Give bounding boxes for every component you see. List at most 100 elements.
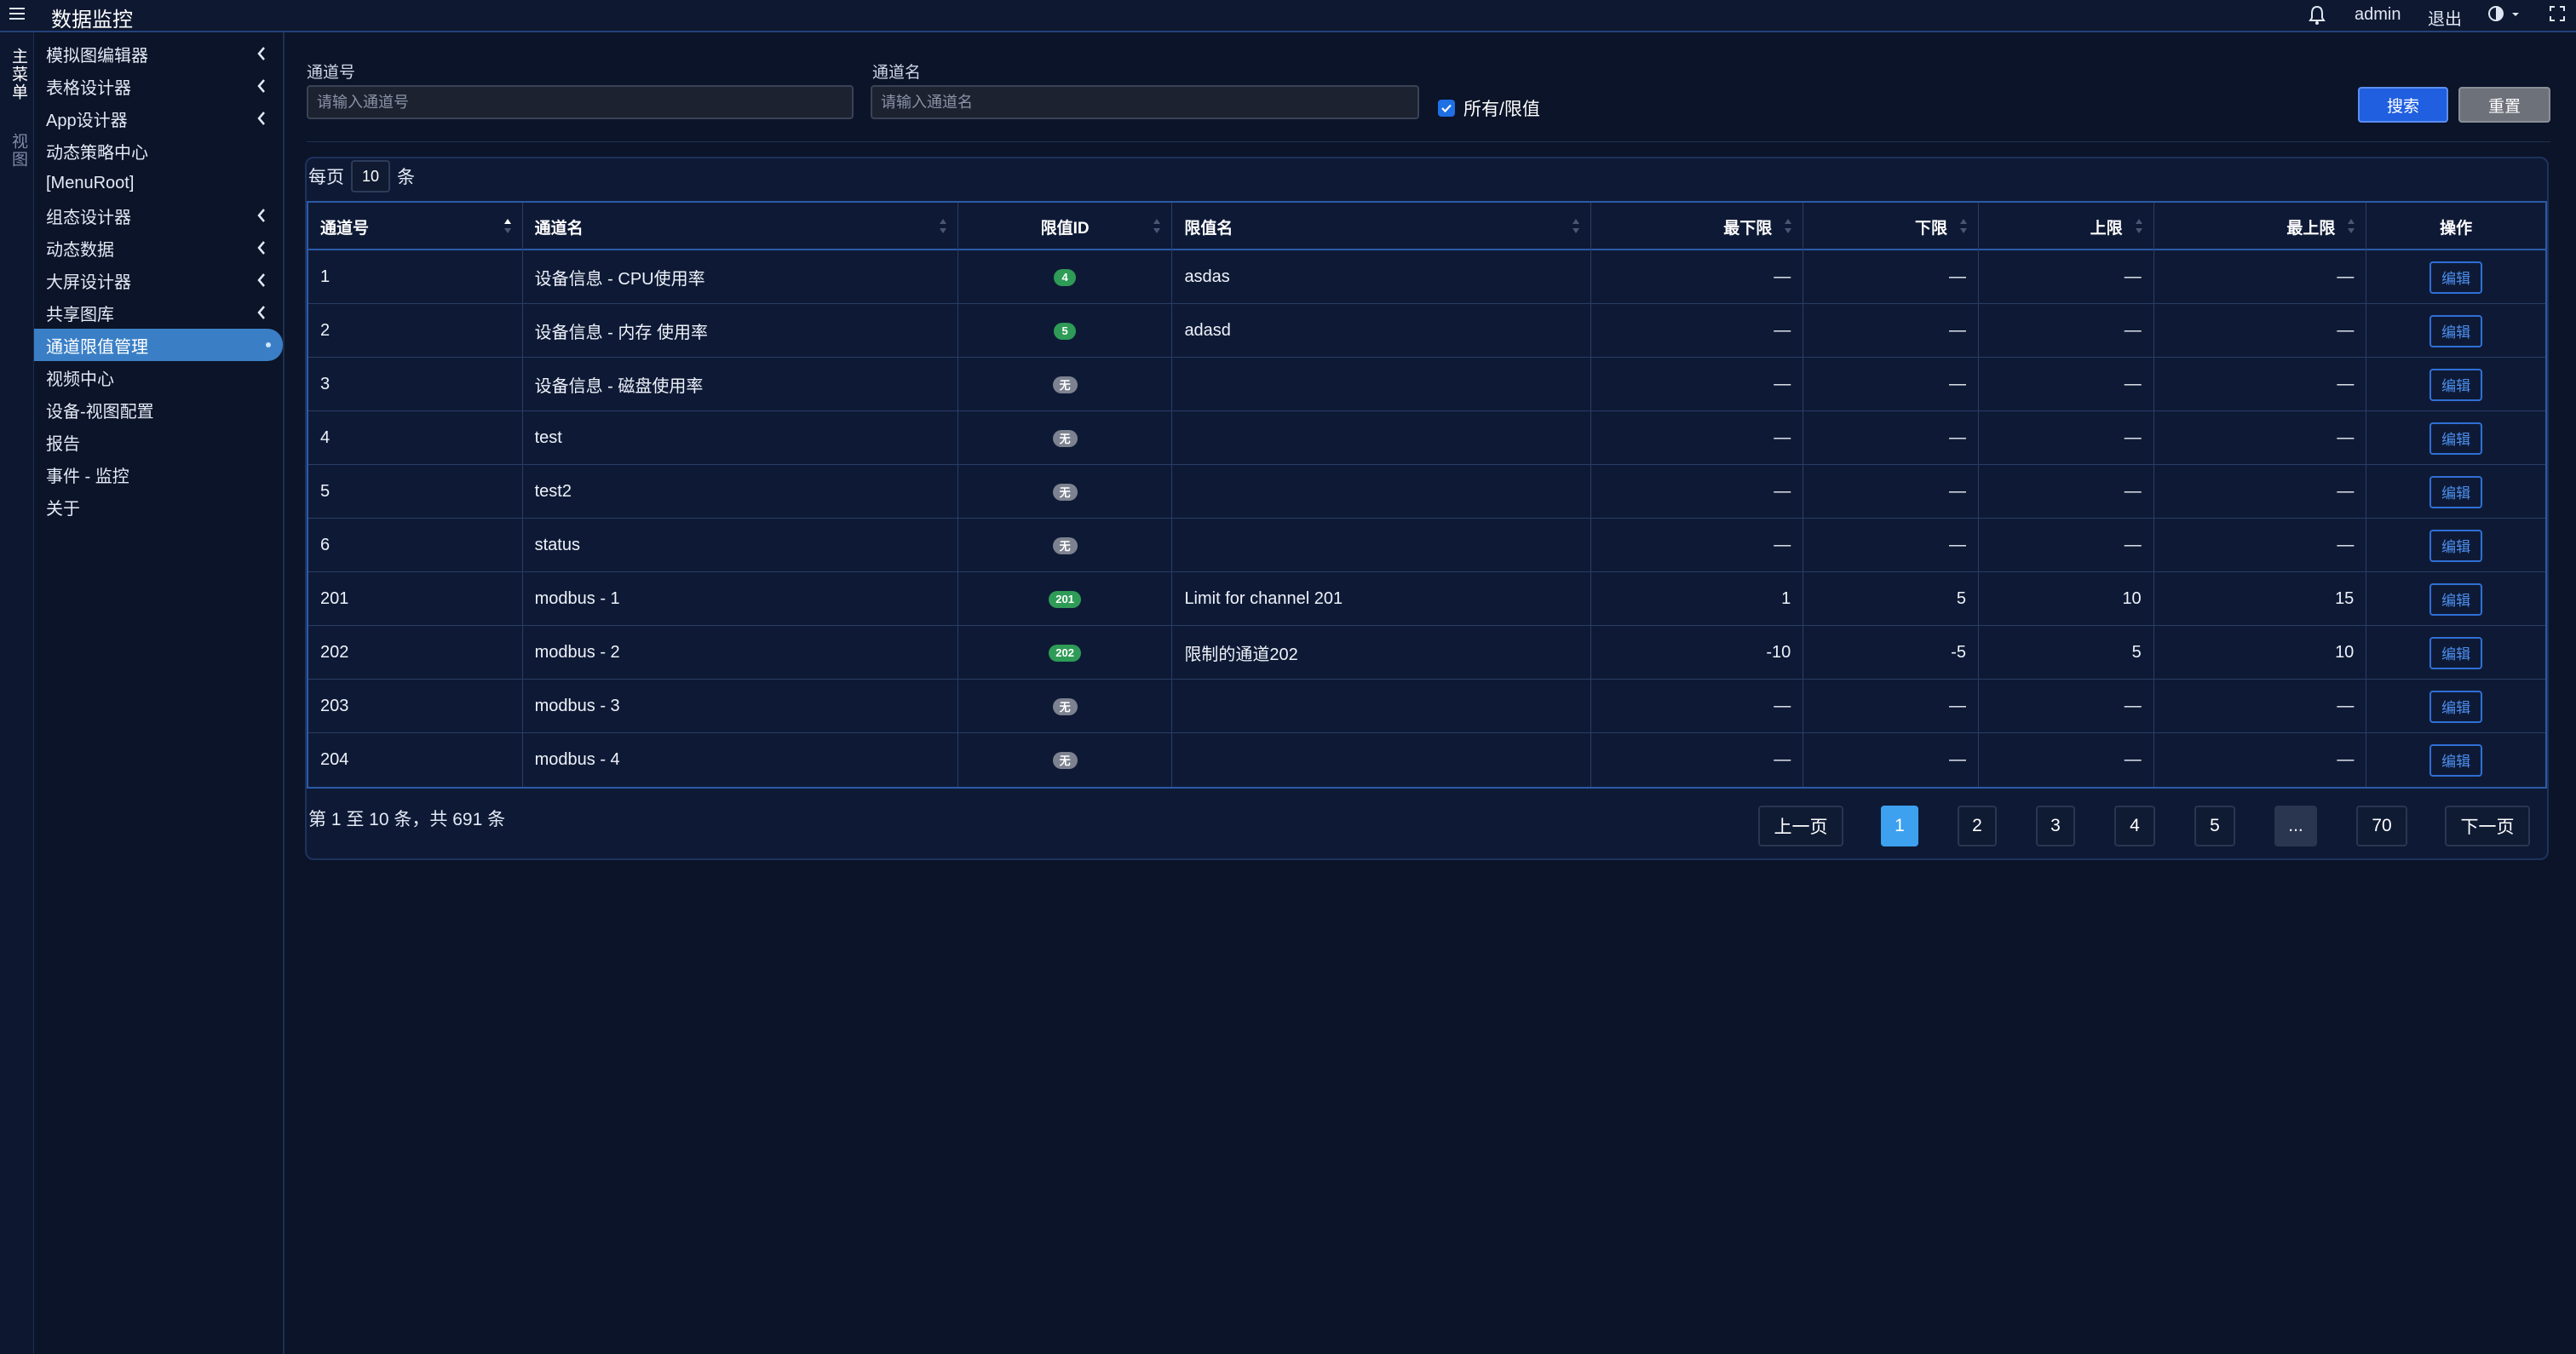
- column-label: 最上限: [2286, 219, 2336, 238]
- cell-channel-name: modbus - 1: [523, 572, 958, 626]
- sidebar-item-config-designer[interactable]: 组态设计器: [34, 199, 283, 232]
- cell-min-min: 1: [1591, 572, 1804, 626]
- cell-min-min: —: [1591, 465, 1804, 519]
- page-ellipsis[interactable]: ...: [2274, 806, 2317, 846]
- table-header: 通道号 通道名 限值ID 限值名 最下限 下限 上限 最上限 操作: [308, 203, 2545, 250]
- fullscreen-icon[interactable]: [2549, 5, 2567, 24]
- cell-channel-name: 设备信息 - 内存 使用率: [523, 304, 958, 358]
- cell-limit-id: 5: [958, 304, 1173, 358]
- cell-channel-no: 5: [308, 465, 523, 519]
- cell-max-max: —: [2154, 358, 2367, 411]
- sidebar-item-about[interactable]: 关于: [34, 491, 283, 523]
- channel-name-input[interactable]: [871, 85, 1419, 119]
- cell-channel-name: status: [523, 519, 958, 572]
- sidebar-item-video-center[interactable]: 视频中心: [34, 361, 283, 393]
- column-header-max[interactable]: 上限: [1979, 203, 2154, 250]
- menu-icon[interactable]: [9, 5, 27, 24]
- cell-channel-no: 201: [308, 572, 523, 626]
- channel-no-input[interactable]: [307, 85, 854, 119]
- cell-limit-id: 4: [958, 250, 1173, 304]
- all-limits-checkbox[interactable]: 所有/限值: [1438, 95, 1540, 121]
- cell-limit-id: 无: [958, 680, 1173, 733]
- tab-view[interactable]: 视图: [7, 133, 30, 169]
- reset-button[interactable]: 重置: [2458, 87, 2550, 123]
- cell-min-min: —: [1591, 733, 1804, 787]
- cell-actions: 编辑: [2366, 572, 2545, 626]
- limit-id-badge: 5: [1054, 322, 1077, 340]
- table-row: 4 test 无 — — — — 编辑: [308, 411, 2545, 465]
- sidebar-item-screen-designer[interactable]: 大屏设计器: [34, 264, 283, 296]
- page-button-5[interactable]: 5: [2194, 806, 2235, 846]
- page-button-70[interactable]: 70: [2356, 806, 2407, 846]
- cell-actions: 编辑: [2366, 250, 2545, 304]
- table-row: 3 设备信息 - 磁盘使用率无 — — — — 编辑: [308, 358, 2545, 411]
- edit-button[interactable]: 编辑: [2429, 743, 2483, 777]
- limit-id-badge: 无: [1052, 429, 1078, 447]
- limit-id-badge: 201: [1049, 590, 1081, 608]
- column-header-channel-no[interactable]: 通道号: [308, 203, 523, 250]
- sidebar-item-shared-gallery[interactable]: 共享图库: [34, 296, 283, 329]
- page-button-3[interactable]: 3: [2036, 806, 2075, 846]
- sidebar-item-diagram-editor[interactable]: 模拟图编辑器: [34, 37, 283, 70]
- sidebar-item-menu-root[interactable]: [MenuRoot]: [34, 167, 283, 199]
- sort-asc-icon: [503, 216, 512, 237]
- tab-main-menu[interactable]: 主菜单: [7, 48, 30, 101]
- page-size-select[interactable]: 10: [351, 160, 390, 192]
- cell-min: —: [1803, 733, 1979, 787]
- cell-channel-name: test2: [523, 465, 958, 519]
- edit-button[interactable]: 编辑: [2429, 314, 2483, 347]
- sidebar-item-report[interactable]: 报告: [34, 426, 283, 458]
- cell-channel-name: 设备信息 - CPU使用率: [523, 250, 958, 304]
- channel-no-label: 通道号: [307, 64, 356, 82]
- edit-button[interactable]: 编辑: [2429, 422, 2483, 455]
- user-name[interactable]: admin: [2355, 5, 2401, 25]
- next-page-button[interactable]: 下一页: [2445, 806, 2530, 846]
- search-button[interactable]: 搜索: [2358, 87, 2448, 123]
- cell-limit-name: [1172, 411, 1591, 465]
- page-button-2[interactable]: 2: [1958, 806, 1997, 846]
- table-row: 1 设备信息 - CPU使用率 4 asdas — — — — 编辑: [308, 250, 2545, 304]
- cell-min: —: [1803, 519, 1979, 572]
- column-header-limit-id[interactable]: 限值ID: [958, 203, 1173, 250]
- column-header-max-max[interactable]: 最上限: [2154, 203, 2367, 250]
- cell-min-min: —: [1591, 519, 1804, 572]
- cell-channel-no: 202: [308, 626, 523, 680]
- sidebar-item-label: App设计器: [46, 111, 128, 130]
- edit-button[interactable]: 编辑: [2429, 582, 2483, 616]
- column-header-channel-name[interactable]: 通道名: [523, 203, 958, 250]
- cell-channel-no: 4: [308, 411, 523, 465]
- sort-icon: [2135, 216, 2143, 237]
- sidebar-item-dynamic-data[interactable]: 动态数据: [34, 232, 283, 264]
- edit-button[interactable]: 编辑: [2429, 261, 2483, 294]
- cell-max: 5: [1979, 626, 2154, 680]
- edit-button[interactable]: 编辑: [2429, 636, 2483, 669]
- checkmark-icon: [1438, 100, 1455, 117]
- page-button-1[interactable]: 1: [1881, 806, 1918, 846]
- cell-min-min: —: [1591, 411, 1804, 465]
- cell-min: —: [1803, 680, 1979, 733]
- bell-icon[interactable]: [2309, 5, 2326, 26]
- sidebar-item-event-monitor[interactable]: 事件 - 监控: [34, 458, 283, 491]
- sidebar-item-strategy-center[interactable]: 动态策略中心: [34, 135, 283, 167]
- sidebar-item-channel-limits[interactable]: 通道限值管理: [34, 329, 283, 361]
- sidebar-item-app-designer[interactable]: App设计器: [34, 102, 283, 135]
- cell-max-max: —: [2154, 465, 2367, 519]
- sidebar-item-device-view-config[interactable]: 设备-视图配置: [34, 393, 283, 426]
- edit-button[interactable]: 编辑: [2429, 368, 2483, 401]
- cell-limit-name: [1172, 465, 1591, 519]
- column-header-limit-name[interactable]: 限值名: [1172, 203, 1591, 250]
- column-header-min[interactable]: 下限: [1803, 203, 1979, 250]
- edit-button[interactable]: 编辑: [2429, 690, 2483, 723]
- column-header-min-min[interactable]: 最下限: [1591, 203, 1804, 250]
- sidebar-item-table-designer[interactable]: 表格设计器: [34, 70, 283, 102]
- edit-button[interactable]: 编辑: [2429, 529, 2483, 562]
- logout-button[interactable]: 退出: [2428, 5, 2462, 30]
- edit-button[interactable]: 编辑: [2429, 475, 2483, 508]
- prev-page-button[interactable]: 上一页: [1758, 806, 1843, 846]
- sidebar-item-label: 动态数据: [46, 240, 114, 260]
- cell-actions: 编辑: [2366, 411, 2545, 465]
- cell-min-min: —: [1591, 250, 1804, 304]
- theme-toggle[interactable]: [2487, 5, 2521, 27]
- cell-channel-name: test: [523, 411, 958, 465]
- page-button-4[interactable]: 4: [2114, 806, 2155, 846]
